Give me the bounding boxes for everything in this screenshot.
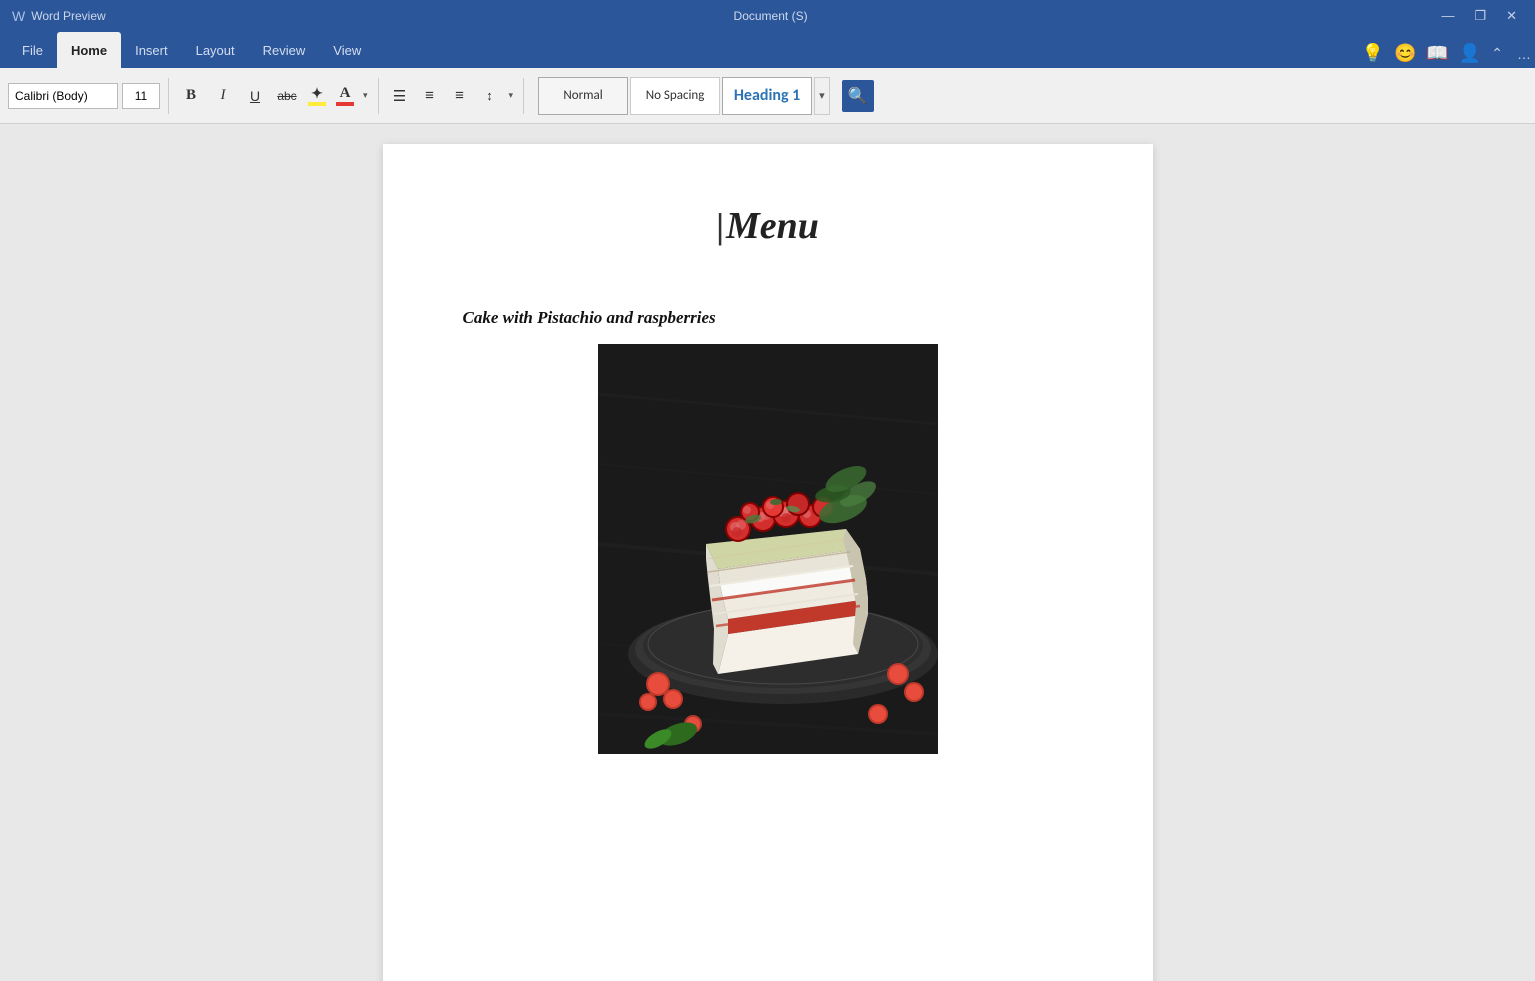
bold-icon: B (186, 87, 196, 104)
italic-icon: I (221, 87, 226, 104)
highlight-bar (308, 102, 326, 106)
tab-view[interactable]: View (319, 32, 375, 68)
style-gallery: Normal No Spacing Heading 1 ▾ (538, 77, 830, 115)
emoji-icon[interactable]: 😊 (1394, 43, 1416, 64)
bullet-list-icon: ☰ (393, 87, 406, 105)
tab-insert[interactable]: Insert (121, 32, 182, 68)
dish-name: Cake with Pistachio and raspberries (463, 308, 716, 328)
style-normal[interactable]: Normal (538, 77, 628, 115)
underline-button[interactable]: U (241, 82, 269, 110)
minimize-button[interactable]: — (1435, 6, 1460, 26)
close-button[interactable]: ✕ (1500, 6, 1523, 26)
font-name-box[interactable]: Calibri (Body) (8, 83, 118, 109)
italic-button[interactable]: I (209, 82, 237, 110)
style-normal-label: Normal (563, 88, 602, 103)
title-bar-center: Document (S) (734, 9, 808, 23)
divider-1 (168, 78, 169, 114)
ribbon-toolbar: Calibri (Body) 11 B I U abc ✦ A ▾ ☰ ≡ ≡ … (0, 68, 1535, 124)
dish-image (598, 344, 938, 754)
tab-layout[interactable]: Layout (182, 32, 249, 68)
align-icon: ≡ (455, 87, 464, 104)
style-no-spacing[interactable]: No Spacing (630, 77, 720, 115)
bullet-list-button[interactable]: ☰ (387, 82, 413, 110)
cake-svg (598, 344, 938, 754)
divider-2 (378, 78, 379, 114)
underline-icon: U (250, 88, 260, 104)
highlight-icon: ✦ (311, 85, 323, 102)
numbered-list-button[interactable]: ≡ (417, 82, 443, 110)
find-button[interactable]: 🔍 (842, 80, 874, 112)
gallery-dropdown-icon: ▾ (819, 89, 825, 102)
font-name-value: Calibri (Body) (15, 89, 88, 103)
font-color-dropdown[interactable]: ▾ (361, 90, 370, 101)
tab-review[interactable]: Review (249, 32, 320, 68)
app-name: Word Preview (31, 9, 105, 23)
find-icon: 🔍 (848, 86, 868, 106)
style-no-spacing-label: No Spacing (646, 88, 705, 103)
font-size-value: 11 (135, 89, 147, 103)
divider-3 (523, 78, 524, 114)
font-color-bar (336, 102, 354, 106)
ribbon-more[interactable]: … (1517, 46, 1531, 62)
content-area: Menu Cake with Pistachio and raspberries (0, 124, 1535, 981)
line-spacing-button[interactable]: ↕ (477, 82, 503, 110)
app-icon: W (12, 8, 25, 24)
para-dropdown[interactable]: ▾ (507, 90, 516, 101)
align-button[interactable]: ≡ (447, 82, 473, 110)
numbered-list-icon: ≡ (425, 87, 434, 104)
bold-button[interactable]: B (177, 82, 205, 110)
user-icon[interactable]: 👤 (1459, 43, 1481, 64)
document-page: Menu Cake with Pistachio and raspberries (383, 144, 1153, 981)
ribbon-collapse[interactable]: ⌃ (1491, 45, 1503, 62)
document-title: Menu (716, 204, 819, 248)
font-color-icon: A (340, 85, 351, 102)
strikethrough-icon: abc (277, 89, 296, 103)
ribbon-tabs: File Home Insert Layout Review View 💡 😊 … (0, 32, 1535, 68)
font-color-button[interactable]: A (333, 83, 357, 108)
gallery-dropdown[interactable]: ▾ (814, 77, 830, 115)
tab-home[interactable]: Home (57, 32, 121, 68)
read-icon[interactable]: 📖 (1426, 43, 1448, 64)
document-title: Document (S) (734, 9, 808, 23)
strikethrough-button[interactable]: abc (273, 82, 301, 110)
font-size-box[interactable]: 11 (122, 83, 160, 109)
dish-section: Cake with Pistachio and raspberries (463, 308, 1073, 754)
restore-button[interactable]: ❐ (1468, 6, 1492, 26)
tab-file[interactable]: File (8, 32, 57, 68)
help-icon[interactable]: 💡 (1362, 43, 1384, 64)
window-controls: — ❐ ✕ (1435, 6, 1523, 26)
highlight-button[interactable]: ✦ (305, 83, 329, 108)
style-heading1[interactable]: Heading 1 (722, 77, 812, 115)
style-heading1-label: Heading 1 (734, 86, 800, 105)
title-bar-left: W Word Preview (12, 8, 106, 24)
title-bar: W Word Preview Document (S) — ❐ ✕ (0, 0, 1535, 32)
line-spacing-icon: ↕ (486, 88, 493, 103)
